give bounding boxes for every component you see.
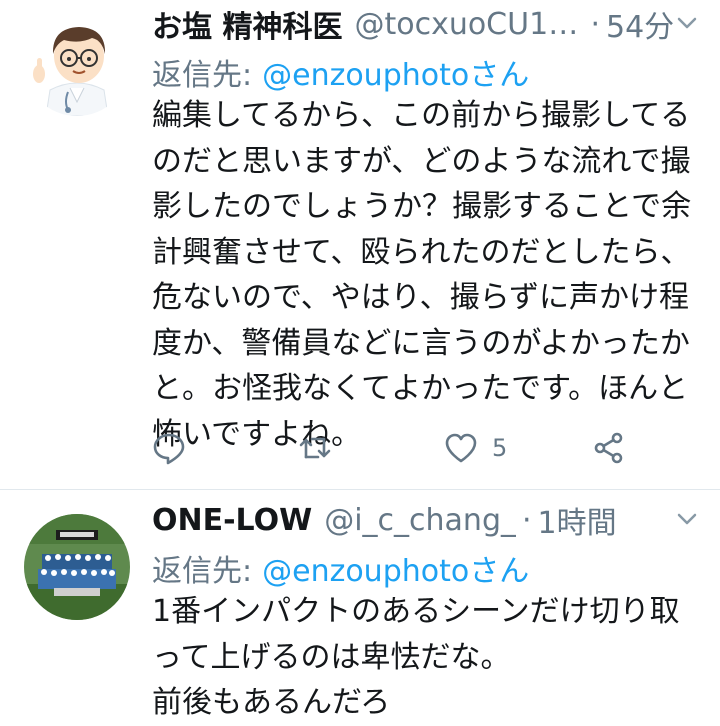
share-icon xyxy=(594,432,623,464)
display-name[interactable]: お塩 精神科医 xyxy=(152,2,342,46)
user-handle[interactable]: @i_c_chang_ xyxy=(324,503,516,538)
reply-mention-link[interactable]: @enzouphotoさん xyxy=(262,58,529,93)
tweet-2[interactable]: ONE-LOW @i_c_chang_ · 1時間 返信先: @enzouphot… xyxy=(0,490,720,725)
like-button[interactable]: 5 xyxy=(444,424,507,472)
reply-icon xyxy=(153,433,185,465)
reply-context: 返信先: @enzouphotoさん xyxy=(152,50,529,94)
avatar[interactable] xyxy=(24,10,130,116)
reply-mention-link[interactable]: @enzouphotoさん xyxy=(262,554,529,589)
tweet-actions: 5 xyxy=(152,424,652,472)
reply-context: 返信先: @enzouphotoさん xyxy=(152,546,529,590)
like-count: 5 xyxy=(492,434,508,462)
user-handle[interactable]: @tocxuoCU1A... xyxy=(354,7,584,42)
timestamp[interactable]: 54分 xyxy=(606,2,674,46)
heart-icon xyxy=(445,433,477,463)
retweet-icon xyxy=(299,437,331,459)
display-name[interactable]: ONE-LOW xyxy=(152,503,312,538)
retweet-button[interactable] xyxy=(298,424,332,472)
tweet-header: お塩 精神科医 @tocxuoCU1A... · 54分 xyxy=(152,2,700,46)
tweet-header: ONE-LOW @i_c_chang_ · 1時間 xyxy=(152,498,700,542)
reply-prefix: 返信先: xyxy=(152,58,253,93)
reply-button[interactable] xyxy=(152,424,186,472)
chevron-down-icon[interactable] xyxy=(676,508,698,530)
tweet-1[interactable]: お塩 精神科医 @tocxuoCU1A... · 54分 返信先: @enzoup… xyxy=(0,0,720,490)
avatar[interactable] xyxy=(24,514,130,620)
tweet-text: 編集してるから、この前から撮影してるのだと思いますが、どのような流れで撮影したの… xyxy=(152,98,692,452)
reply-prefix: 返信先: xyxy=(152,554,253,589)
timestamp[interactable]: 1時間 xyxy=(538,498,617,542)
chevron-down-icon[interactable] xyxy=(676,12,698,34)
separator: · xyxy=(590,6,600,42)
share-button[interactable] xyxy=(592,424,626,472)
tweet-text: 1番インパクトのあるシーンだけ切り取って上げるのは卑怯だな。 前後もあるんだろ xyxy=(152,594,680,720)
separator: · xyxy=(521,502,532,538)
